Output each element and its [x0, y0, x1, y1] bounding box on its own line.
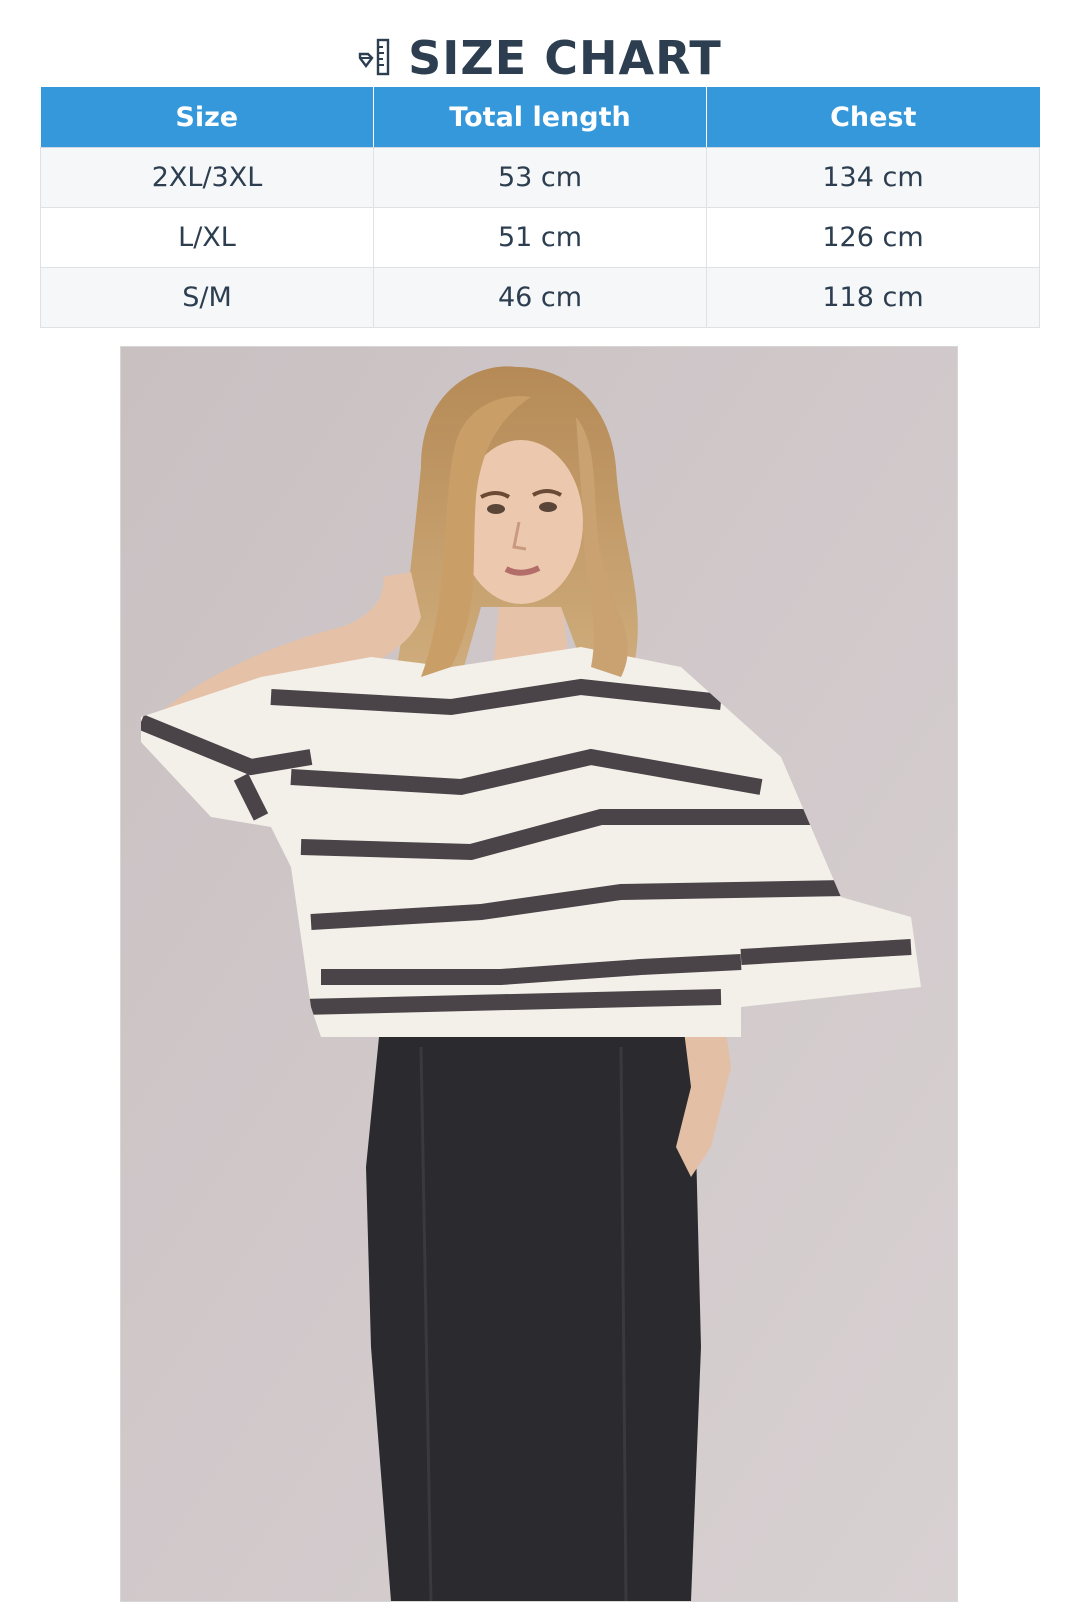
cell-chest: 134 cm: [706, 147, 1040, 208]
cell-size: S/M: [40, 267, 374, 328]
table-header-row: Size Total length Chest: [40, 87, 1040, 148]
column-header-size: Size: [40, 87, 374, 148]
size-table: Size Total length Chest 2XL/3XL 53 cm 13…: [40, 87, 1040, 328]
cell-total-length: 53 cm: [373, 147, 707, 208]
product-photo: [120, 346, 958, 1602]
size-chart-header: SIZE CHART: [0, 26, 1080, 90]
cell-total-length: 51 cm: [373, 207, 707, 268]
cell-size: L/XL: [40, 207, 374, 268]
page-title: SIZE CHART: [408, 31, 722, 85]
skirt-shape: [366, 1027, 701, 1601]
cell-chest: 126 cm: [706, 207, 1040, 268]
column-header-total-length: Total length: [373, 87, 707, 148]
cell-chest: 118 cm: [706, 267, 1040, 328]
cell-size: 2XL/3XL: [40, 147, 374, 208]
table-row: S/M 46 cm 118 cm: [40, 267, 1040, 328]
model-illustration: [121, 347, 957, 1601]
column-header-chest: Chest: [706, 87, 1040, 148]
table-row: L/XL 51 cm 126 cm: [40, 207, 1040, 268]
ruler-diamond-icon: [358, 38, 390, 76]
table-row: 2XL/3XL 53 cm 134 cm: [40, 147, 1040, 208]
cell-total-length: 46 cm: [373, 267, 707, 328]
